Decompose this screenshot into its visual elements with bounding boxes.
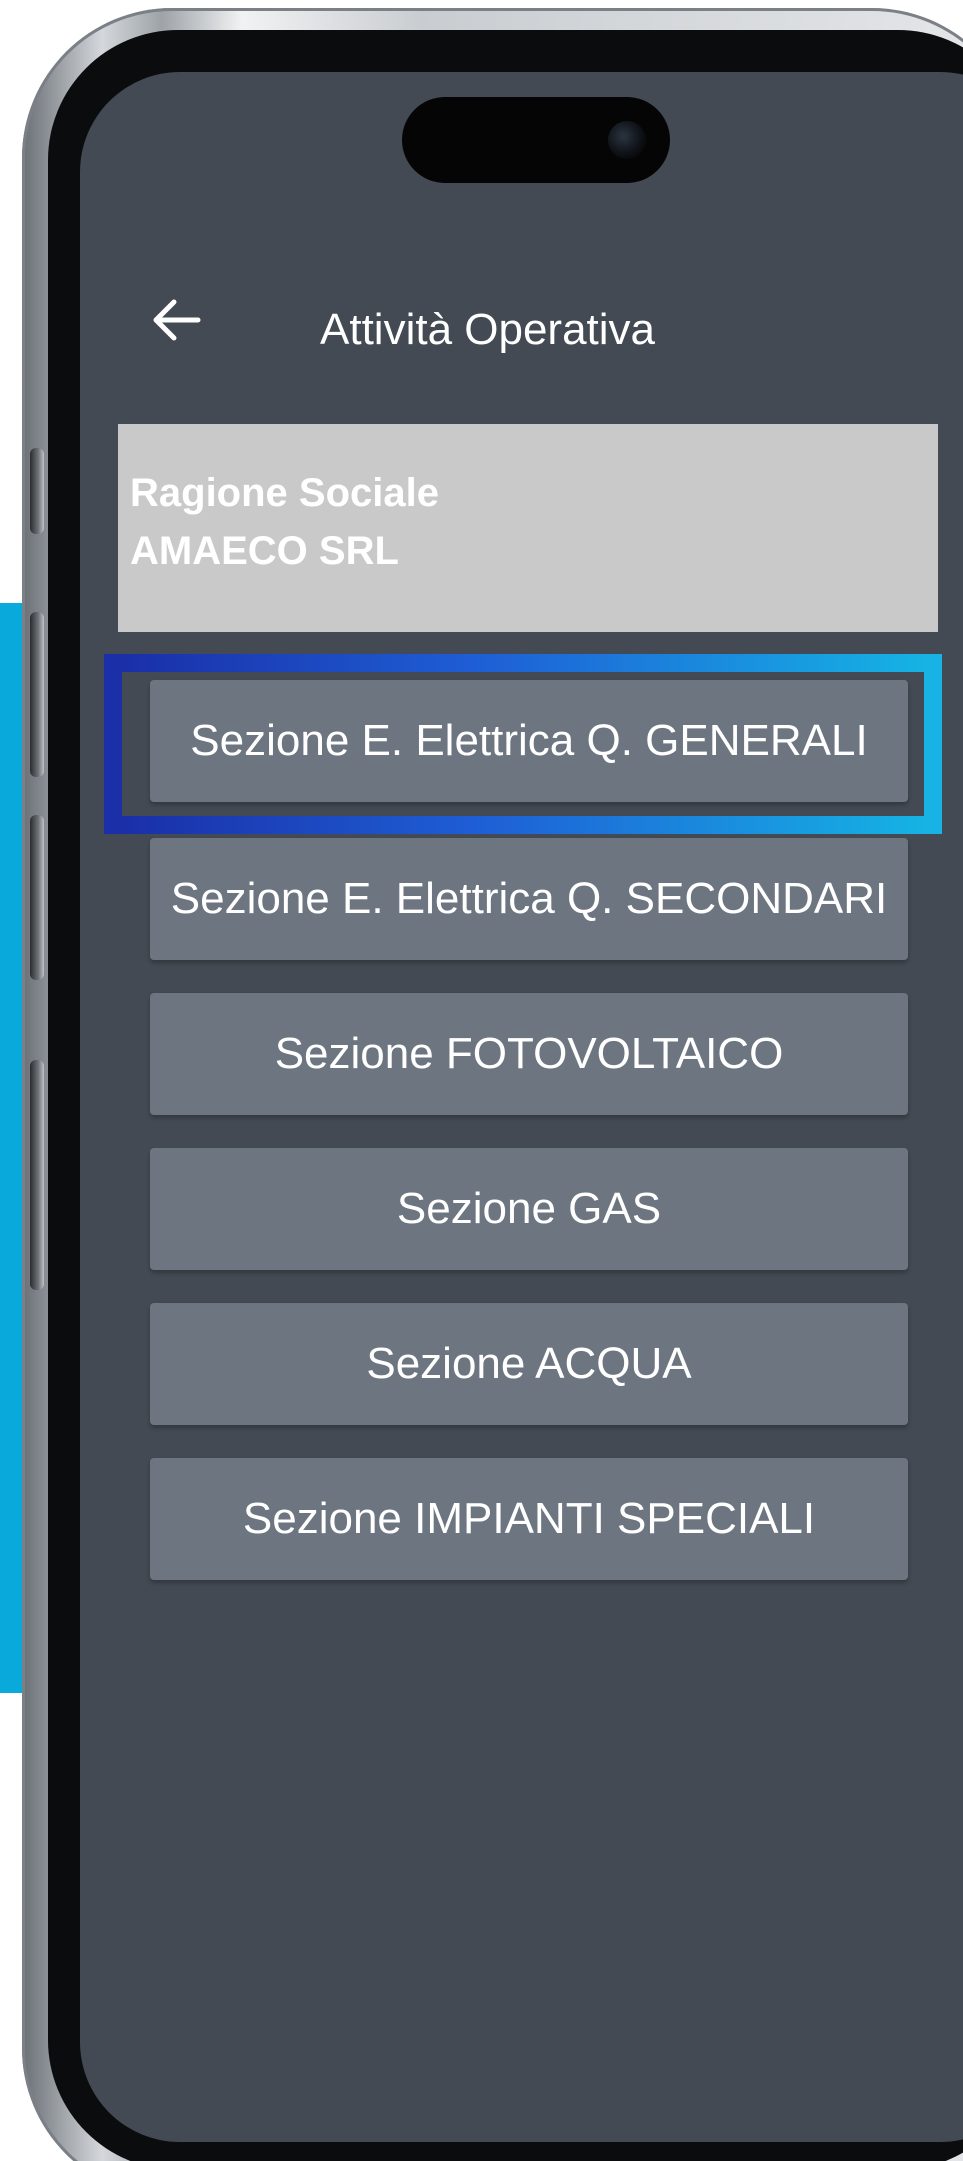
stage: Attività Operativa Ragione Sociale AMAEC… — [0, 0, 963, 2161]
dynamic-island — [402, 97, 670, 183]
side-button — [30, 1060, 44, 1290]
section-button-gas[interactable]: Sezione GAS — [150, 1148, 908, 1270]
company-label: Ragione Sociale — [130, 471, 439, 515]
action-button — [30, 448, 44, 534]
volume-up-button — [30, 612, 44, 777]
accent-bar — [0, 603, 22, 1693]
highlight-frame — [104, 654, 942, 834]
section-button-fotovoltaico[interactable]: Sezione FOTOVOLTAICO — [150, 993, 908, 1115]
section-button-impianti-speciali[interactable]: Sezione IMPIANTI SPECIALI — [150, 1458, 908, 1580]
section-button-acqua[interactable]: Sezione ACQUA — [150, 1303, 908, 1425]
section-button-secondari[interactable]: Sezione E. Elettrica Q. SECONDARI — [150, 838, 908, 960]
volume-down-button — [30, 815, 44, 980]
arrow-left-icon[interactable] — [150, 296, 202, 344]
company-info: Ragione Sociale AMAECO SRL — [118, 424, 938, 632]
company-name: AMAECO SRL — [130, 529, 399, 573]
camera-icon — [608, 121, 646, 159]
page-title: Attività Operativa — [320, 305, 656, 354]
